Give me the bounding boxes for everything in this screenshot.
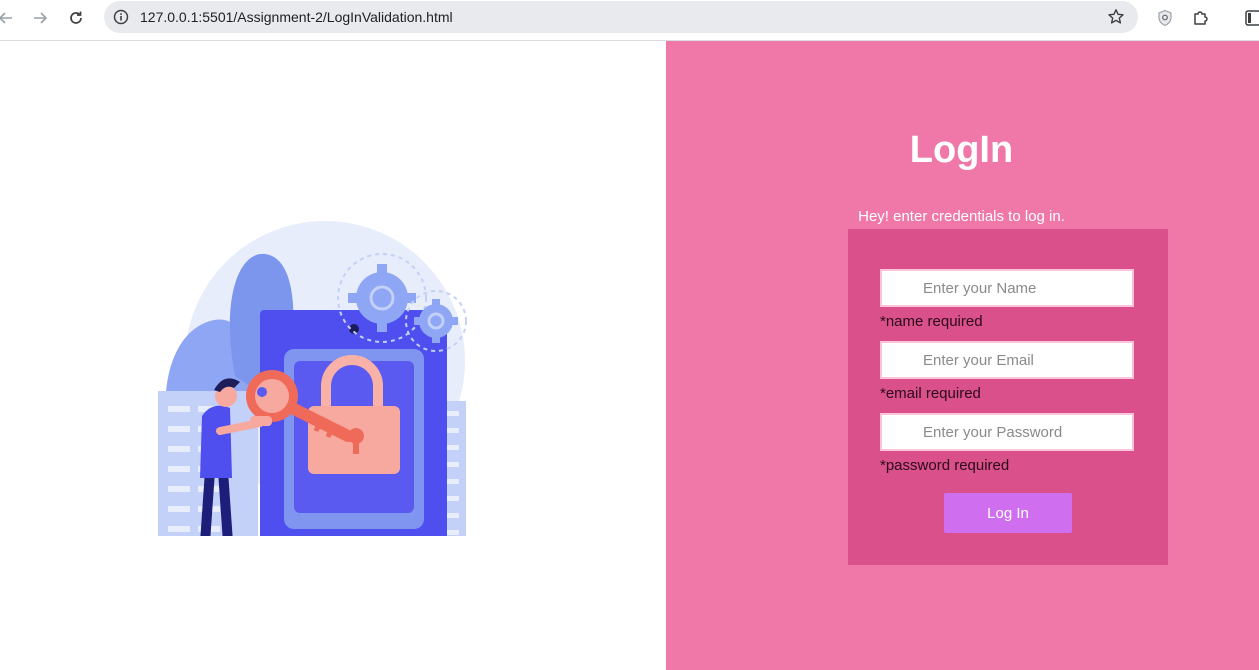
login-button[interactable]: Log In (944, 493, 1072, 533)
address-bar[interactable]: 127.0.0.1:5501/Assignment-2/LogInValidat… (104, 1, 1138, 33)
password-error: *password required (880, 457, 1010, 474)
login-form: *name required *email required *password… (848, 229, 1168, 565)
email-field-wrapper (880, 341, 1134, 379)
email-input[interactable] (882, 343, 1132, 377)
login-pane: LogIn Hey! enter credentials to log in. … (666, 41, 1259, 670)
bookmark-star-icon[interactable] (1106, 7, 1126, 27)
login-subtitle: Hey! enter credentials to log in. (858, 208, 1065, 225)
shield-extension-icon[interactable] (1154, 7, 1176, 29)
extensions-puzzle-icon[interactable] (1190, 7, 1212, 29)
password-field-wrapper (880, 413, 1134, 451)
forward-arrow-icon[interactable] (28, 6, 52, 30)
page-title: LogIn (909, 129, 1014, 171)
password-input[interactable] (882, 415, 1132, 449)
reload-icon[interactable] (64, 6, 88, 30)
browser-toolbar: 127.0.0.1:5501/Assignment-2/LogInValidat… (0, 0, 1259, 41)
illustration-pane (0, 41, 666, 670)
site-info-icon[interactable] (112, 8, 130, 26)
back-arrow-icon[interactable] (0, 6, 18, 30)
name-input[interactable] (882, 271, 1132, 305)
url-text[interactable]: 127.0.0.1:5501/Assignment-2/LogInValidat… (140, 9, 453, 25)
name-field-wrapper (880, 269, 1134, 307)
side-panel-icon[interactable] (1242, 7, 1259, 29)
email-error: *email required (880, 385, 981, 402)
login-security-illustration (158, 221, 467, 536)
name-error: *name required (880, 313, 983, 330)
